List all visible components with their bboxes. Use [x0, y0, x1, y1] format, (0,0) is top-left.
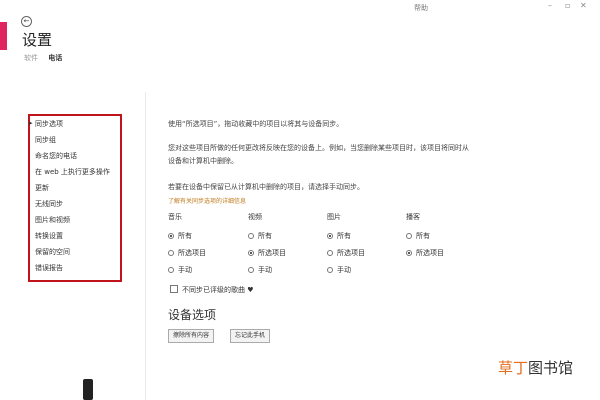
column-pictures: 图片 [327, 213, 341, 221]
checkbox-icon [170, 285, 178, 293]
music-selected-radio[interactable]: 所选项目 [168, 248, 206, 258]
pictures-all-radio[interactable]: 所有 [327, 231, 351, 241]
title-bar: 帮助 – ▫ ✕ [0, 0, 600, 16]
phone-device-icon [83, 379, 93, 400]
accent-bar [0, 22, 7, 50]
radio-icon [168, 250, 174, 256]
podcasts-all-radio[interactable]: 所有 [406, 231, 430, 241]
subtabs: 软件 电话 [24, 53, 70, 63]
intro-text: 使用“所选项目”，拖动收藏中的项目以将其与设备同步。 [168, 120, 344, 128]
radio-icon [248, 233, 254, 239]
sidebar-item-pictures-videos[interactable]: 图片和视频 [35, 215, 70, 225]
page-title: 设置 [22, 31, 53, 49]
sidebar-item-web[interactable]: 在 web 上执行更多操作 [35, 167, 110, 177]
sidebar-item-conversion[interactable]: 转换设置 [35, 231, 63, 241]
radio-icon [406, 233, 412, 239]
sidebar-item-name-phone[interactable]: 命名您的电话 [35, 151, 77, 161]
video-manual-radio[interactable]: 手动 [248, 265, 272, 275]
erase-all-button[interactable]: 擦除所有内容 [168, 329, 215, 343]
video-all-radio[interactable]: 所有 [248, 231, 272, 241]
pictures-selected-radio[interactable]: 所选项目 [327, 248, 365, 258]
radio-selected-icon [168, 233, 174, 239]
tab-software[interactable]: 软件 [24, 54, 38, 62]
back-arrow-icon[interactable]: ← [21, 16, 32, 27]
column-podcasts: 播客 [406, 213, 420, 221]
sidebar-item-wireless-sync[interactable]: 无线同步 [35, 199, 63, 209]
music-all-radio[interactable]: 所有 [168, 231, 192, 241]
column-music: 音乐 [168, 213, 182, 221]
forget-phone-button[interactable]: 忘记此手机 [230, 329, 271, 343]
description-line-1: 您对这些项目所做的任何更改将反映在您的设备上。例如，当您删除某些项目时，该项目将… [168, 144, 469, 152]
watermark: 草丁图书馆 [498, 359, 574, 377]
skip-rated-songs-checkbox[interactable]: 不同步已评级的歌曲 ♥ [170, 285, 254, 295]
radio-selected-icon [406, 250, 412, 256]
help-menu[interactable]: 帮助 [414, 3, 428, 13]
learn-more-link[interactable]: 了解有关同步选项的详细信息 [168, 196, 246, 205]
sidebar-item-update[interactable]: 更新 [35, 183, 49, 193]
music-manual-radio[interactable]: 手动 [168, 265, 192, 275]
radio-icon [327, 250, 333, 256]
sidebar-item-reserved-space[interactable]: 保留的空间 [35, 247, 70, 257]
divider [145, 92, 146, 400]
manual-sync-note: 若要在设备中保留已从计算机中删除的项目，请选择手动同步。 [168, 183, 364, 191]
radio-icon [327, 267, 333, 273]
minimize-icon[interactable]: – [548, 1, 552, 10]
description-line-2: 设备和计算机中删除。 [168, 157, 238, 165]
pictures-manual-radio[interactable]: 手动 [327, 265, 351, 275]
radio-icon [168, 267, 174, 273]
maximize-icon[interactable]: ▫ [565, 1, 570, 10]
column-video: 视频 [248, 213, 262, 221]
podcasts-selected-radio[interactable]: 所选项目 [406, 248, 444, 258]
sidebar-item-error-report[interactable]: 错误报告 [35, 263, 63, 273]
radio-selected-icon [327, 233, 333, 239]
radio-icon [248, 267, 254, 273]
sidebar-item-sync-options[interactable]: 同步选项 [29, 119, 63, 129]
tab-phone[interactable]: 电话 [48, 54, 62, 62]
radio-selected-icon [248, 250, 254, 256]
close-icon[interactable]: ✕ [580, 1, 587, 10]
sidebar: 同步选项 同步组 命名您的电话 在 web 上执行更多操作 更新 无线同步 图片… [28, 114, 122, 282]
video-selected-radio[interactable]: 所选项目 [248, 248, 286, 258]
device-options-title: 设备选项 [168, 308, 217, 322]
sidebar-item-sync-group[interactable]: 同步组 [35, 135, 56, 145]
